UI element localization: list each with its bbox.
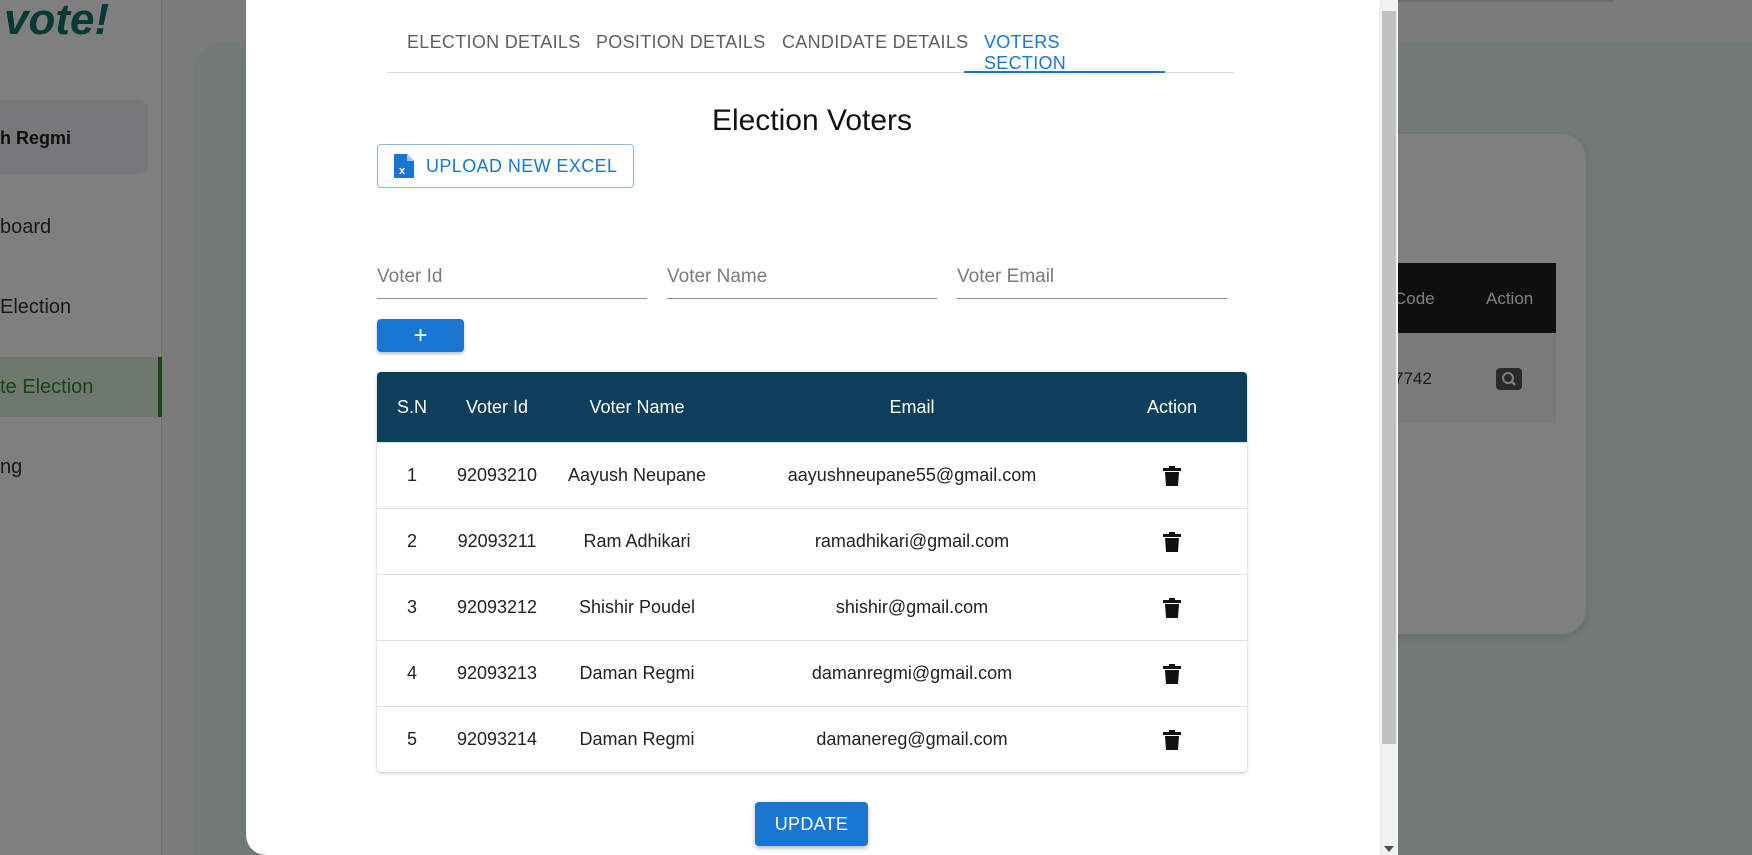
voters-table: S.N Voter Id Voter Name Email Action 1 9… <box>377 372 1247 772</box>
voter-id-cell: 92093211 <box>457 531 537 551</box>
trash-icon[interactable] <box>1163 531 1181 552</box>
sn-cell: 1 <box>406 465 417 485</box>
tab-election-details[interactable]: ELECTION DETAILS <box>407 16 581 73</box>
trash-icon[interactable] <box>1163 465 1181 486</box>
voter-name-cell: Daman Regmi <box>579 663 695 683</box>
voter-name-cell: Shishir Poudel <box>578 597 696 617</box>
column-header-voter-id: Voter Id <box>465 396 529 417</box>
add-voter-button[interactable]: + <box>377 319 464 352</box>
sn-cell: 2 <box>406 531 417 551</box>
table-row: 4 92093213 Daman Regmi damanregmi@gmail.… <box>377 640 1247 706</box>
table-row: 5 92093214 Daman Regmi damanereg@gmail.c… <box>377 706 1247 772</box>
tab-position-details[interactable]: POSITION DETAILS <box>596 16 766 73</box>
voter-email-input[interactable] <box>957 262 1227 292</box>
table-row: 3 92093212 Shishir Poudel shishir@gmail.… <box>377 574 1247 640</box>
plus-icon: + <box>413 321 428 349</box>
voter-name-field <box>667 262 937 299</box>
sn-cell: 3 <box>406 597 417 617</box>
sn-cell: 5 <box>406 729 417 749</box>
trash-icon[interactable] <box>1163 663 1181 684</box>
column-header-sn: S.N <box>396 396 427 417</box>
action-cell <box>1097 509 1247 574</box>
trash-icon[interactable] <box>1163 729 1181 750</box>
excel-file-icon: x <box>394 154 414 178</box>
voter-id-cell: 92093210 <box>456 465 538 485</box>
column-header-email: Email <box>889 396 935 417</box>
column-header-voter-name: Voter Name <box>589 396 685 417</box>
tab-voters-section[interactable]: VOTERS SECTION <box>964 16 1165 73</box>
edit-election-modal: ELECTION DETAILS POSITION DETAILS CANDID… <box>246 0 1398 855</box>
voter-name-input[interactable] <box>667 262 937 292</box>
column-header-action: Action <box>1146 396 1198 417</box>
voter-id-field <box>377 262 647 299</box>
table-header: S.N Voter Id Voter Name Email Action <box>377 372 1247 442</box>
email-cell: damanregmi@gmail.com <box>811 663 1013 683</box>
voter-id-cell: 92093212 <box>456 597 538 617</box>
upload-button-label: UPLOAD NEW EXCEL <box>426 155 618 176</box>
voter-id-cell: 92093213 <box>456 663 538 683</box>
tab-candidate-details[interactable]: CANDIDATE DETAILS <box>782 16 968 73</box>
table-row: 1 92093210 Aayush Neupane aayushneupane5… <box>377 442 1247 508</box>
voter-name-cell: Ram Adhikari <box>583 531 691 551</box>
scrollbar-thumb[interactable] <box>1382 11 1396 744</box>
table-row: 2 92093211 Ram Adhikari ramadhikari@gmai… <box>377 508 1247 574</box>
email-cell: ramadhikari@gmail.com <box>814 531 1010 551</box>
voter-email-field <box>957 262 1227 299</box>
action-cell <box>1097 641 1247 706</box>
action-cell <box>1097 575 1247 640</box>
voter-name-cell: Aayush Neupane <box>567 465 707 485</box>
tab-bar: ELECTION DETAILS POSITION DETAILS CANDID… <box>387 16 1234 73</box>
email-cell: aayushneupane55@gmail.com <box>787 465 1037 485</box>
upload-excel-button[interactable]: x UPLOAD NEW EXCEL <box>377 144 634 188</box>
svg-text:x: x <box>399 165 406 177</box>
voter-name-cell: Daman Regmi <box>579 729 695 749</box>
action-cell <box>1097 707 1247 772</box>
email-cell: shishir@gmail.com <box>835 597 989 617</box>
email-cell: damanereg@gmail.com <box>816 729 1008 749</box>
update-button[interactable]: UPDATE <box>755 802 868 846</box>
section-title: Election Voters <box>711 104 913 137</box>
sn-cell: 4 <box>406 663 417 683</box>
voter-id-cell: 92093214 <box>456 729 538 749</box>
voter-id-input[interactable] <box>377 262 647 292</box>
modal-scrollbar[interactable] <box>1379 0 1398 855</box>
scroll-down-arrow-icon[interactable] <box>1384 846 1394 852</box>
action-cell <box>1097 443 1247 508</box>
trash-icon[interactable] <box>1163 597 1181 618</box>
